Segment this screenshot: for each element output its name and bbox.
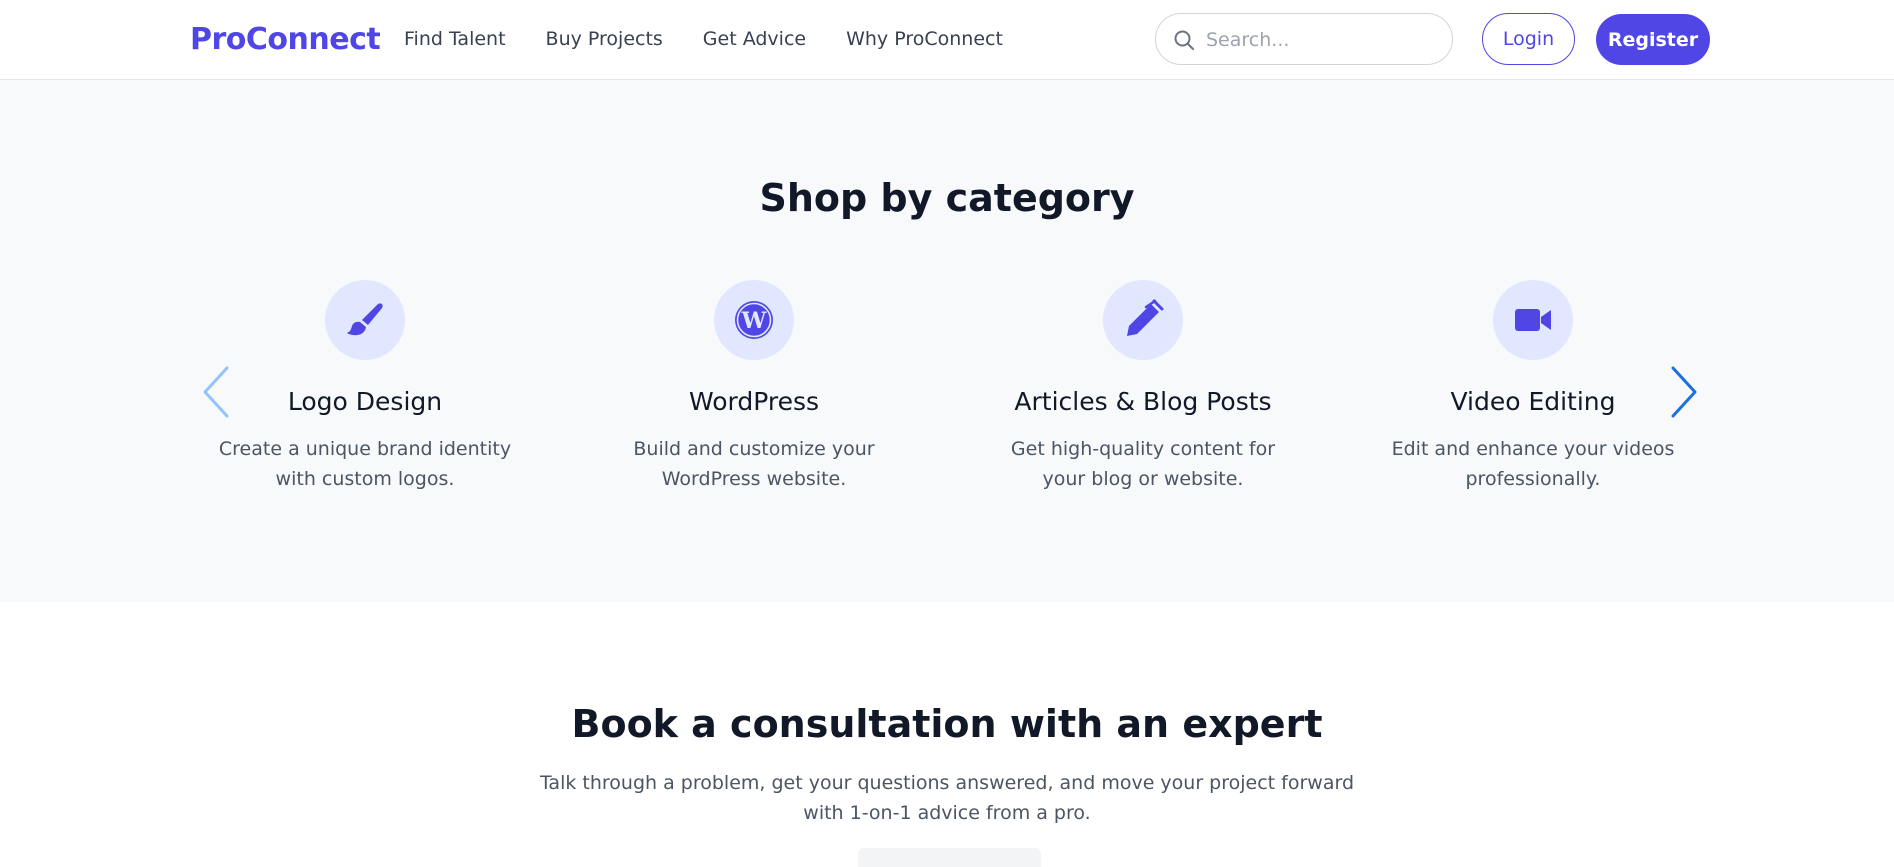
category-section: Shop by category Logo Design Create a un… bbox=[0, 80, 1894, 602]
category-card-logo-design[interactable]: Logo Design Create a unique brand identi… bbox=[185, 280, 545, 494]
pen-icon bbox=[1127, 299, 1164, 336]
svg-text:W: W bbox=[741, 308, 767, 334]
category-card-video-editing[interactable]: Video Editing Edit and enhance your vide… bbox=[1353, 280, 1713, 494]
nav-find-talent[interactable]: Find Talent bbox=[404, 28, 506, 50]
carousel-next-arrow-icon[interactable] bbox=[1661, 362, 1701, 422]
category-description: Get high-quality content for your blog o… bbox=[1010, 438, 1276, 490]
category-card-articles-blog-posts[interactable]: Articles & Blog Posts Get high-quality c… bbox=[963, 280, 1323, 494]
search-icon bbox=[1174, 30, 1194, 50]
wordpress-icon: W bbox=[735, 301, 773, 339]
category-section-title: Shop by category bbox=[759, 176, 1135, 220]
video-camera-icon bbox=[1515, 309, 1551, 331]
site-header: ProConnect Find Talent Buy Projects Get … bbox=[0, 0, 1894, 80]
category-icon-circle bbox=[1493, 280, 1573, 360]
category-icon-circle bbox=[1103, 280, 1183, 360]
consultation-description: Talk through a problem, get your questio… bbox=[539, 772, 1355, 824]
nav-buy-projects[interactable]: Buy Projects bbox=[546, 28, 663, 50]
category-icon-circle: W bbox=[714, 280, 794, 360]
main-nav: Find Talent Buy Projects Get Advice Why … bbox=[404, 28, 1003, 50]
category-description: Create a unique brand identity with cust… bbox=[218, 438, 512, 490]
brand-logo[interactable]: ProConnect bbox=[190, 22, 381, 57]
nav-why-proconnect[interactable]: Why ProConnect bbox=[846, 28, 1003, 50]
category-description: Build and customize your WordPress websi… bbox=[633, 438, 875, 490]
nav-get-advice[interactable]: Get Advice bbox=[703, 28, 806, 50]
register-button[interactable]: Register bbox=[1596, 14, 1710, 65]
category-icon-circle bbox=[325, 280, 405, 360]
category-title: Articles & Blog Posts bbox=[1014, 387, 1272, 416]
search-box[interactable] bbox=[1155, 13, 1453, 65]
consultation-card-top bbox=[858, 848, 1041, 867]
paint-brush-icon bbox=[347, 303, 383, 336]
category-title: Logo Design bbox=[287, 387, 443, 416]
category-card-wordpress[interactable]: W WordPress Build and customize your Wor… bbox=[574, 280, 934, 494]
consultation-title: Book a consultation with an expert bbox=[571, 702, 1323, 746]
category-description: Edit and enhance your videos professiona… bbox=[1391, 438, 1675, 490]
category-title: Video Editing bbox=[1450, 387, 1616, 416]
search-input[interactable] bbox=[1206, 24, 1436, 56]
category-title: WordPress bbox=[688, 387, 820, 416]
login-button[interactable]: Login bbox=[1482, 13, 1575, 65]
